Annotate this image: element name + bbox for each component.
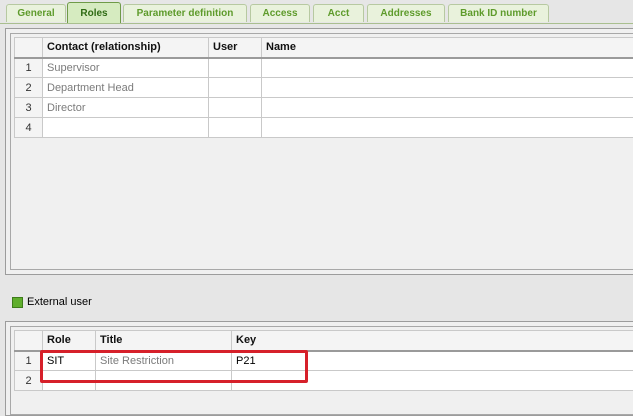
column-header-contact[interactable]: Contact (relationship) — [43, 38, 209, 58]
external-user-option[interactable]: External user — [12, 296, 92, 308]
external-user-checkbox[interactable] — [12, 297, 23, 308]
column-header-title[interactable]: Title — [96, 331, 232, 351]
column-header-role[interactable]: Role — [43, 331, 96, 351]
contacts-grid: Contact (relationship) User Name 1 Super… — [14, 37, 633, 138]
user-cell[interactable] — [209, 78, 262, 98]
column-header-user[interactable]: User — [209, 38, 262, 58]
table-row[interactable]: 3 Director — [15, 98, 633, 118]
contact-cell[interactable]: Department Head — [43, 78, 209, 98]
tab-bar: General Roles Parameter definition Acces… — [0, 0, 633, 24]
tab-acct[interactable]: Acct — [313, 4, 364, 22]
row-number[interactable]: 1 — [15, 351, 43, 371]
grid-corner — [15, 331, 43, 351]
row-number[interactable]: 3 — [15, 98, 43, 118]
column-header-key[interactable]: Key — [232, 331, 633, 351]
contact-cell[interactable]: Supervisor — [43, 58, 209, 78]
contacts-panel: Contact (relationship) User Name 1 Super… — [5, 28, 633, 275]
name-cell[interactable] — [262, 78, 633, 98]
table-row[interactable]: 2 Department Head — [15, 78, 633, 98]
tab-underline — [0, 23, 633, 24]
name-cell[interactable] — [262, 98, 633, 118]
contact-cell[interactable] — [43, 118, 209, 138]
table-row[interactable]: 4 — [15, 118, 633, 138]
table-row[interactable]: 1 Supervisor — [15, 58, 633, 78]
name-cell[interactable] — [262, 58, 633, 78]
row-number[interactable]: 2 — [15, 371, 43, 391]
tab-parameter-definition[interactable]: Parameter definition — [123, 4, 247, 22]
external-user-label: External user — [27, 296, 92, 308]
column-header-name[interactable]: Name — [262, 38, 633, 58]
user-cell[interactable] — [209, 118, 262, 138]
contact-cell[interactable]: Director — [43, 98, 209, 118]
roles-header-row: Role Title Key — [15, 331, 633, 351]
grid-corner — [15, 38, 43, 58]
user-cell[interactable] — [209, 98, 262, 118]
row-number[interactable]: 4 — [15, 118, 43, 138]
contacts-panel-inner: Contact (relationship) User Name 1 Super… — [10, 33, 633, 270]
row-number[interactable]: 1 — [15, 58, 43, 78]
highlight-box — [40, 350, 308, 383]
tab-addresses[interactable]: Addresses — [367, 4, 445, 22]
user-cell[interactable] — [209, 58, 262, 78]
tab-bank-id-number[interactable]: Bank ID number — [448, 4, 549, 22]
tab-roles[interactable]: Roles — [67, 2, 121, 24]
contacts-header-row: Contact (relationship) User Name — [15, 38, 633, 58]
tab-general[interactable]: General — [6, 4, 66, 22]
tab-access[interactable]: Access — [250, 4, 310, 22]
row-number[interactable]: 2 — [15, 78, 43, 98]
name-cell[interactable] — [262, 118, 633, 138]
